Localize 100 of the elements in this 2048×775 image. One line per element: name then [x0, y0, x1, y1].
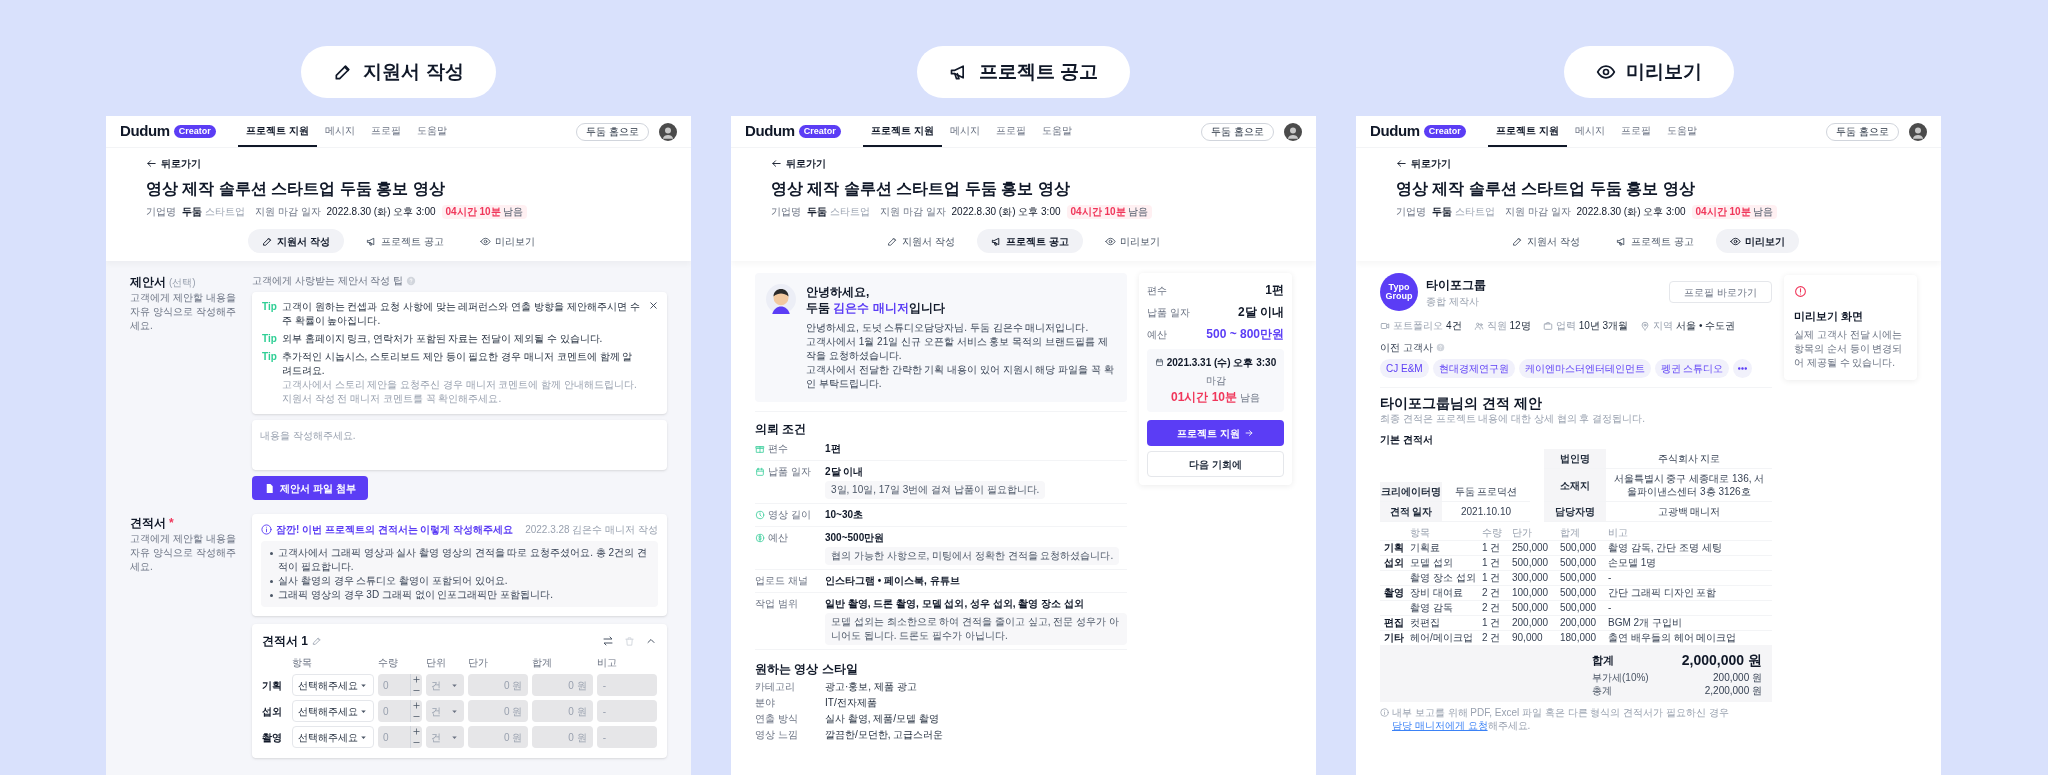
- notice-meta: 2022.3.28 김은수 매니저 작성: [525, 523, 658, 536]
- back-link[interactable]: 뒤로가기: [771, 156, 826, 171]
- table-cell: 500,000: [1560, 557, 1597, 568]
- column-header: 합계: [532, 656, 554, 670]
- table-cell: 500,000: [1560, 587, 1597, 598]
- stat-value: 10년 3개월: [1578, 319, 1629, 333]
- plus-icon[interactable]: [412, 701, 421, 710]
- summary-label: 예산: [1147, 327, 1167, 342]
- tab[interactable]: 미리보기: [1715, 229, 1799, 253]
- nav-link[interactable]: 프로필: [362, 116, 409, 147]
- eye-icon: [1104, 235, 1116, 247]
- tip-text: 외부 홈페이지 링크, 연락처가 포함된 자료는 전달이 제외될 수 있습니다.: [281, 332, 603, 346]
- tab[interactable]: 미리보기: [465, 229, 549, 253]
- select-field[interactable]: 선택해주세요: [292, 700, 374, 722]
- client-chip[interactable]: 펭귄 스튜디오: [1654, 359, 1730, 378]
- user-avatar-icon[interactable]: [659, 122, 677, 141]
- nav-link[interactable]: 도움말: [1658, 116, 1705, 147]
- meta-label: 지원 마감 일자: [255, 205, 321, 219]
- table-cell: 손모델 1명: [1608, 557, 1657, 568]
- table-cell: 500,000: [1512, 557, 1549, 568]
- table-cell: 250,000: [1512, 542, 1549, 553]
- column-header: 수량: [378, 656, 399, 670]
- column-header: 단가: [1510, 526, 1558, 541]
- back-link[interactable]: 뒤로가기: [146, 156, 201, 171]
- close-icon[interactable]: [648, 300, 659, 311]
- nav-link[interactable]: 메시지: [941, 116, 988, 147]
- tab[interactable]: 프로젝트 공고: [352, 229, 458, 253]
- nav-link[interactable]: 프로필: [1612, 116, 1659, 147]
- table-cell: 180,000: [1560, 632, 1597, 643]
- nav-link[interactable]: 도움말: [408, 116, 455, 147]
- info-label: 법인명: [1544, 449, 1606, 468]
- column-header: 합계: [1558, 526, 1606, 541]
- swap-icon[interactable]: [602, 635, 614, 647]
- apply-button[interactable]: 프로젝트 지원: [1147, 420, 1284, 446]
- text-area[interactable]: 내용을 작성해주세요.: [252, 420, 667, 470]
- condition-label: 업로드 채널: [755, 574, 808, 588]
- tab[interactable]: 프로젝트 공고: [1602, 229, 1708, 253]
- meta-label: 기업명: [146, 205, 176, 219]
- style-label: 카테고리: [755, 680, 796, 694]
- nav-link[interactable]: 프로젝트 지원: [862, 116, 942, 147]
- select-field[interactable]: 선택해주세요: [292, 674, 374, 696]
- total-label: 부가세(10%): [1592, 671, 1649, 684]
- company-logo: Typo Group: [1380, 273, 1418, 311]
- sheet-title: 기본 견적서: [1380, 433, 1434, 447]
- briefcase-icon: [1542, 321, 1553, 331]
- megaphone-icon: [1616, 235, 1627, 247]
- stat-value: 서울 • 수도권: [1676, 319, 1736, 333]
- nav-link[interactable]: 도움말: [1033, 116, 1080, 147]
- condition-value: 10~30초: [825, 508, 864, 522]
- nav-link[interactable]: 메시지: [316, 116, 363, 147]
- logo-text: Dudum: [120, 121, 170, 142]
- manager-request-link[interactable]: 담당 매니저에게 요청: [1392, 720, 1488, 731]
- logo-text: Dudum: [745, 121, 795, 142]
- plus-icon[interactable]: [412, 727, 421, 736]
- section-title: 제안서: [130, 274, 166, 291]
- tab[interactable]: 지원서 작성: [248, 229, 344, 253]
- client-chip[interactable]: 현대경제연구원: [1432, 359, 1515, 378]
- profile-button[interactable]: 프로필 바로가기: [1669, 281, 1772, 303]
- tip-note: 고객사에서 스토리 제안을 요청주신 경우 매니저 코멘트에 함께 안내해드립니다. 지원서 작성 전 매니저 코멘트를 꼭 확인해주세요.: [281, 378, 638, 406]
- deadline-date: 2022.8.30 (화) 오후 3:00: [951, 205, 1061, 219]
- attach-button[interactable]: 제안서 파일 첨부: [252, 476, 368, 500]
- select-field[interactable]: 선택해주세요: [292, 726, 374, 748]
- style-value: 광고·홍보, 제품 광고: [825, 680, 917, 694]
- info-label: 소재지: [1544, 469, 1606, 501]
- user-avatar-icon[interactable]: [1284, 122, 1302, 141]
- user-avatar-icon[interactable]: [1909, 122, 1927, 141]
- bullet-icon: [270, 552, 273, 555]
- nav-link[interactable]: 프로필: [987, 116, 1034, 147]
- table-cell: 헤어/메이크업: [1410, 632, 1473, 643]
- pencil-icon[interactable]: [312, 636, 322, 646]
- megaphone-icon: [991, 235, 1002, 247]
- estimate-title: 견적서 1: [262, 633, 308, 650]
- more-icon[interactable]: [1733, 359, 1753, 378]
- message-text: 고객사에서 전달한 간략한 기획 내용이 있어 지원시 해당 파일을 꼭 확인 부탁드립니다.: [806, 363, 1115, 391]
- table-cell: 장비 대여료: [1410, 587, 1463, 598]
- nav-link[interactable]: 메시지: [1566, 116, 1613, 147]
- alert-icon: [1794, 285, 1807, 298]
- back-link[interactable]: 뒤로가기: [1396, 156, 1451, 171]
- nav-link[interactable]: 프로젝트 지원: [1487, 116, 1567, 147]
- client-chip[interactable]: CJ E&M: [1380, 359, 1429, 378]
- total-value: 200,000 원: [1713, 671, 1762, 684]
- condition-value: 일반 촬영, 드론 촬영, 모델 섭외, 성우 섭외, 촬영 장소 섭외: [825, 597, 1084, 611]
- section-description: 고객에게 제안할 내용을: [130, 532, 237, 546]
- company-name: 두둠: [182, 205, 202, 219]
- tab[interactable]: 미리보기: [1090, 229, 1174, 253]
- table-cell: 컷편집: [1410, 617, 1440, 628]
- tab[interactable]: 지원서 작성: [873, 229, 969, 253]
- table-cell: 200,000: [1512, 617, 1549, 628]
- nav-link[interactable]: 프로젝트 지원: [237, 116, 317, 147]
- row-category: 촬영: [262, 730, 283, 745]
- meta-label: 기업명: [1396, 205, 1426, 219]
- info-value: 주식회사 지로: [1656, 452, 1722, 466]
- client-chip[interactable]: 케이엔마스터엔터테인먼트: [1518, 359, 1651, 378]
- tab[interactable]: 프로젝트 공고: [977, 229, 1083, 253]
- company-type: 스타트업: [830, 205, 870, 219]
- plus-icon[interactable]: [412, 675, 421, 684]
- creator-badge: Creator: [173, 125, 216, 138]
- later-button[interactable]: 다음 기회에: [1147, 451, 1284, 477]
- summary-value: 1편: [1265, 282, 1284, 299]
- tab[interactable]: 지원서 작성: [1498, 229, 1594, 253]
